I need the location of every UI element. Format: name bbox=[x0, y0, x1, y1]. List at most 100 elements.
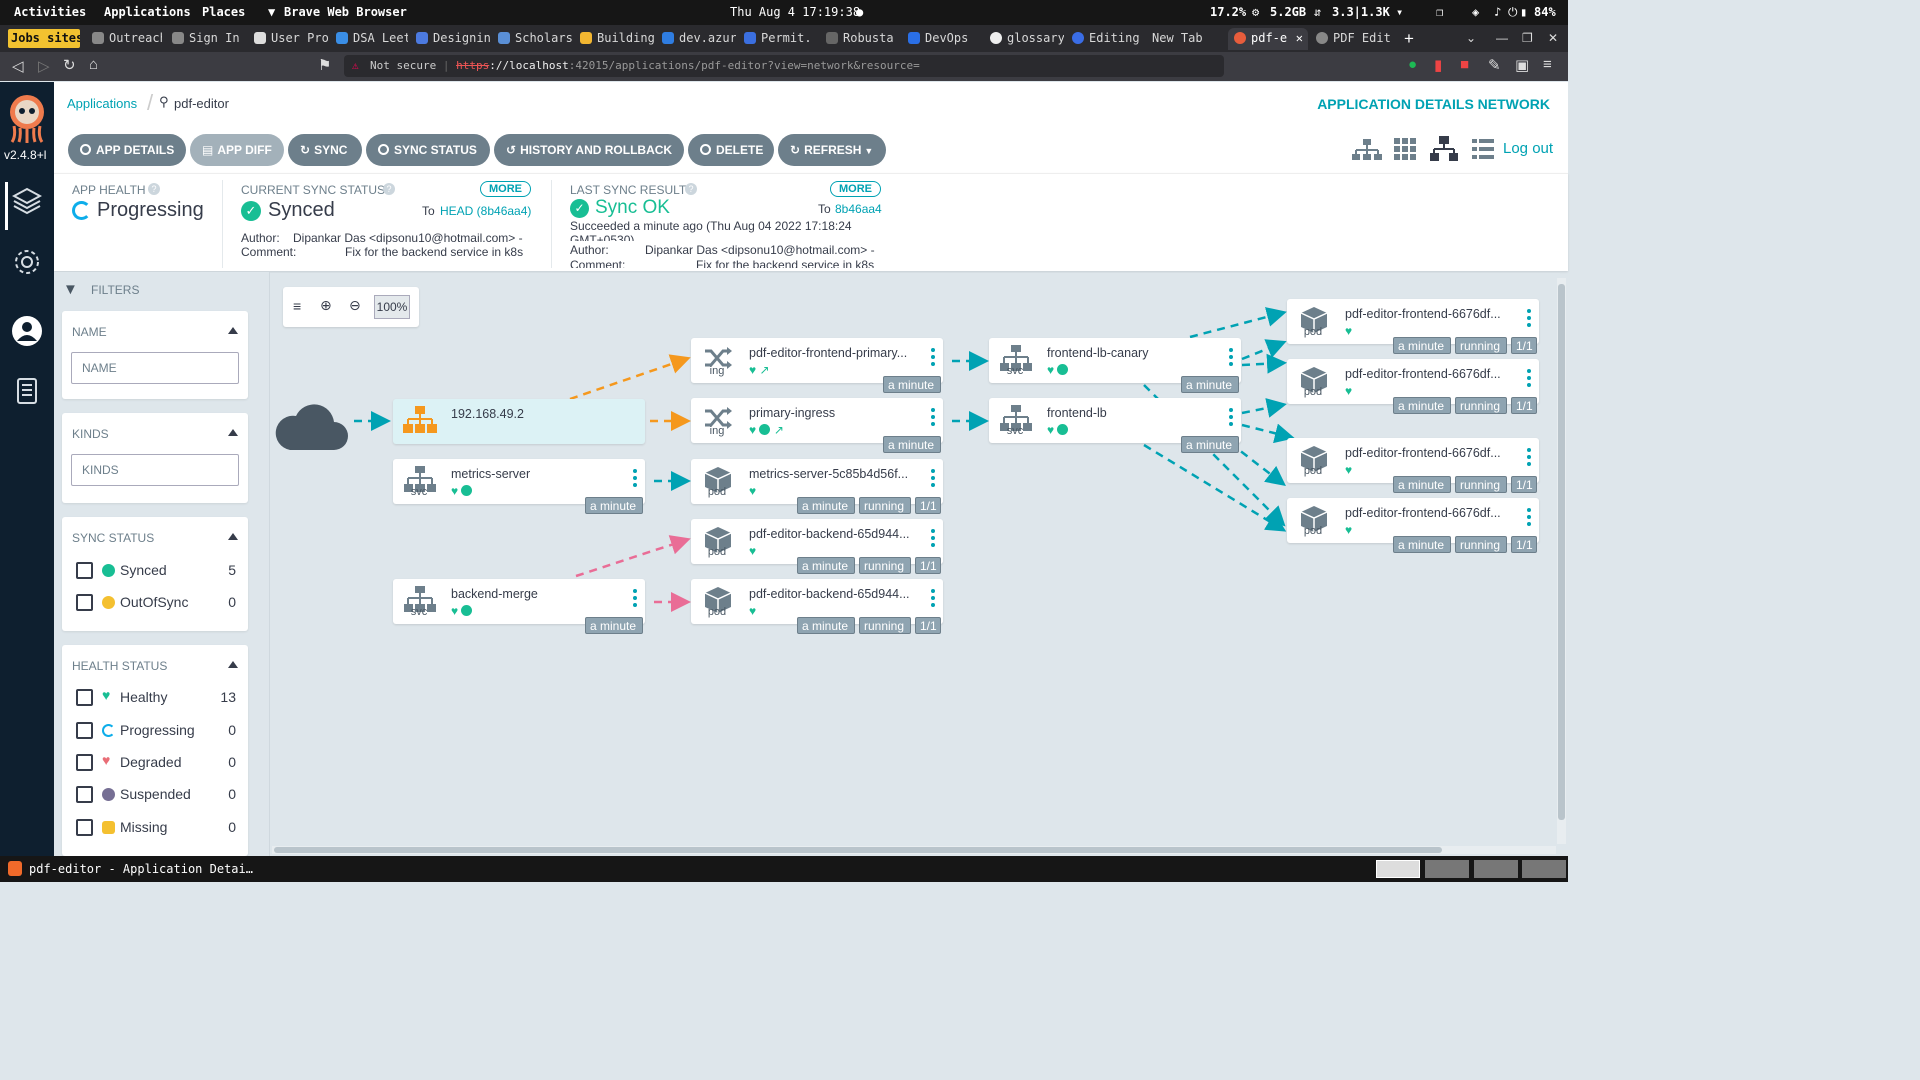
collapse-caret-icon[interactable] bbox=[228, 327, 238, 334]
tab-scholars[interactable]: Scholars bbox=[492, 28, 572, 50]
bookmark-icon[interactable]: ⚑ bbox=[318, 56, 331, 74]
sync-revision-link[interactable]: HEAD (8b46aa4) bbox=[440, 204, 531, 218]
reload-icon[interactable]: ↻ bbox=[63, 56, 76, 74]
tab-user-pro[interactable]: User Pro bbox=[248, 28, 328, 50]
sync-more-button[interactable]: MORE bbox=[480, 181, 531, 197]
external-link-icon[interactable]: ↗ bbox=[759, 363, 769, 377]
workspace-4[interactable] bbox=[1522, 860, 1566, 878]
zoom-out-icon[interactable]: ⊖ bbox=[349, 297, 361, 314]
help-icon[interactable]: ? bbox=[148, 183, 160, 195]
network-view-icon[interactable] bbox=[1430, 136, 1458, 162]
tab-permit[interactable]: Permit. bbox=[738, 28, 818, 50]
tab-new-tab[interactable]: New Tab bbox=[1146, 28, 1226, 50]
checkbox[interactable] bbox=[76, 594, 93, 611]
kebab-menu-icon[interactable] bbox=[931, 408, 935, 426]
load-balancer-node[interactable]: 192.168.49.2 bbox=[393, 399, 645, 444]
help-icon[interactable]: ? bbox=[685, 183, 697, 195]
scroll-thumb[interactable] bbox=[274, 847, 1442, 853]
tab-pdf-editor-active[interactable]: pdf-e ✕ bbox=[1228, 28, 1308, 50]
filter-degraded[interactable]: ♥ Degraded 0 bbox=[76, 752, 236, 773]
minimize-icon[interactable]: — bbox=[1490, 28, 1510, 50]
kebab-menu-icon[interactable] bbox=[931, 469, 935, 487]
tab-glossary[interactable]: glossary bbox=[984, 28, 1064, 50]
extension-icon[interactable]: ■ bbox=[1460, 56, 1469, 73]
collapse-caret-icon[interactable] bbox=[228, 661, 238, 668]
checkbox[interactable] bbox=[76, 754, 93, 771]
external-link-icon[interactable]: ↗ bbox=[774, 423, 784, 437]
refresh-button[interactable]: ↻ REFRESH ▼ bbox=[778, 134, 886, 166]
power-icon[interactable]: ⏻ bbox=[1508, 5, 1518, 20]
kebab-menu-icon[interactable] bbox=[1527, 448, 1531, 466]
tab-list-chevron-icon[interactable]: ⌄ bbox=[1460, 28, 1480, 50]
kebab-menu-icon[interactable] bbox=[633, 589, 637, 607]
search-icon[interactable]: ⚲ bbox=[159, 94, 169, 110]
home-icon[interactable]: ⌂ bbox=[89, 56, 98, 73]
argo-logo-icon[interactable] bbox=[6, 92, 48, 144]
kebab-menu-icon[interactable] bbox=[931, 589, 935, 607]
back-icon[interactable]: ◁ bbox=[12, 57, 24, 75]
checkbox[interactable] bbox=[76, 722, 93, 739]
checkbox[interactable] bbox=[76, 562, 93, 579]
close-window-icon[interactable]: ✕ bbox=[1542, 28, 1562, 50]
tab-devops[interactable]: DevOps bbox=[902, 28, 982, 50]
kebab-menu-icon[interactable] bbox=[1229, 408, 1233, 426]
checkbox[interactable] bbox=[76, 819, 93, 836]
delete-button[interactable]: DELETE bbox=[688, 134, 774, 166]
filter-healthy[interactable]: ♥ Healthy 13 bbox=[76, 687, 236, 708]
forward-icon[interactable]: ▷ bbox=[38, 57, 50, 75]
breadcrumb-applications[interactable]: Applications bbox=[67, 96, 137, 111]
filter-outofsync[interactable]: OutOfSync 0 bbox=[76, 593, 236, 613]
filter-progressing[interactable]: Progressing 0 bbox=[76, 721, 236, 741]
wallet-icon[interactable]: ▣ bbox=[1515, 56, 1529, 74]
zoom-in-icon[interactable]: ⊕ bbox=[320, 297, 332, 314]
checkbox[interactable] bbox=[76, 786, 93, 803]
app-diff-button[interactable]: ▤ APP DIFF bbox=[190, 134, 284, 166]
browser-menu-icon[interactable]: ≡ bbox=[1543, 56, 1552, 73]
filter-missing[interactable]: Missing 0 bbox=[76, 818, 236, 838]
vertical-scrollbar[interactable] bbox=[1557, 278, 1566, 844]
kebab-menu-icon[interactable] bbox=[633, 469, 637, 487]
applications-menu[interactable]: Applications bbox=[104, 5, 191, 19]
logout-link[interactable]: Log out bbox=[1503, 140, 1553, 157]
sync-button[interactable]: ↻ SYNC bbox=[288, 134, 362, 166]
maximize-icon[interactable]: ❐ bbox=[1516, 28, 1536, 50]
help-icon[interactable]: ? bbox=[383, 183, 395, 195]
settings-gear-icon[interactable] bbox=[13, 248, 41, 276]
kebab-menu-icon[interactable] bbox=[1527, 508, 1531, 526]
app-details-button[interactable]: APP DETAILS bbox=[68, 134, 186, 166]
kebab-menu-icon[interactable] bbox=[931, 348, 935, 366]
list-view-icon[interactable] bbox=[1472, 138, 1494, 160]
history-rollback-button[interactable]: ↺ HISTORY AND ROLLBACK bbox=[494, 134, 684, 166]
taskbar-window-title[interactable]: pdf-editor - Application Detai… bbox=[29, 862, 253, 876]
tab-jobs-sites[interactable]: Jobs sites bbox=[8, 29, 80, 48]
last-sync-revision-link[interactable]: 8b46aa4 bbox=[835, 202, 882, 216]
url-bar[interactable]: ⚠ Not secure | https://localhost:42015/a… bbox=[344, 55, 1224, 77]
workspace-3[interactable] bbox=[1474, 860, 1518, 878]
tab-outreach[interactable]: Outreach bbox=[86, 28, 162, 50]
pods-grid-icon[interactable] bbox=[1394, 138, 1416, 160]
workspace-1[interactable] bbox=[1376, 860, 1420, 878]
collapse-caret-icon[interactable] bbox=[228, 533, 238, 540]
applications-layers-icon[interactable] bbox=[12, 186, 42, 216]
tab-dsa-leet[interactable]: DSA Leet bbox=[330, 28, 408, 50]
active-app-name[interactable]: Brave Web Browser bbox=[284, 5, 407, 19]
tab-editing[interactable]: Editing bbox=[1066, 28, 1146, 50]
kebab-menu-icon[interactable] bbox=[931, 529, 935, 547]
tab-robusta[interactable]: Robusta bbox=[820, 28, 900, 50]
kebab-menu-icon[interactable] bbox=[1229, 348, 1233, 366]
wifi-icon[interactable]: ◈ bbox=[1472, 5, 1479, 19]
tab-pdf-edit[interactable]: PDF Edit bbox=[1310, 28, 1390, 50]
zoom-level[interactable]: 100% bbox=[374, 295, 410, 319]
checkbox[interactable] bbox=[76, 689, 93, 706]
name-filter-input[interactable]: NAME bbox=[71, 352, 239, 384]
extension-icon[interactable]: ▮ bbox=[1434, 56, 1442, 74]
tab-dev-azure[interactable]: dev.azur bbox=[656, 28, 736, 50]
horizontal-scrollbar[interactable] bbox=[272, 846, 1556, 854]
last-sync-more-button[interactable]: MORE bbox=[830, 181, 881, 197]
close-tab-icon[interactable]: ✕ bbox=[1296, 28, 1303, 49]
tab-building[interactable]: Building bbox=[574, 28, 654, 50]
window-switch-icon[interactable]: ❐ bbox=[1436, 5, 1443, 19]
docs-book-icon[interactable] bbox=[15, 377, 39, 405]
collapse-caret-icon[interactable] bbox=[228, 429, 238, 436]
extensions-puzzle-icon[interactable]: ✎ bbox=[1488, 56, 1501, 74]
